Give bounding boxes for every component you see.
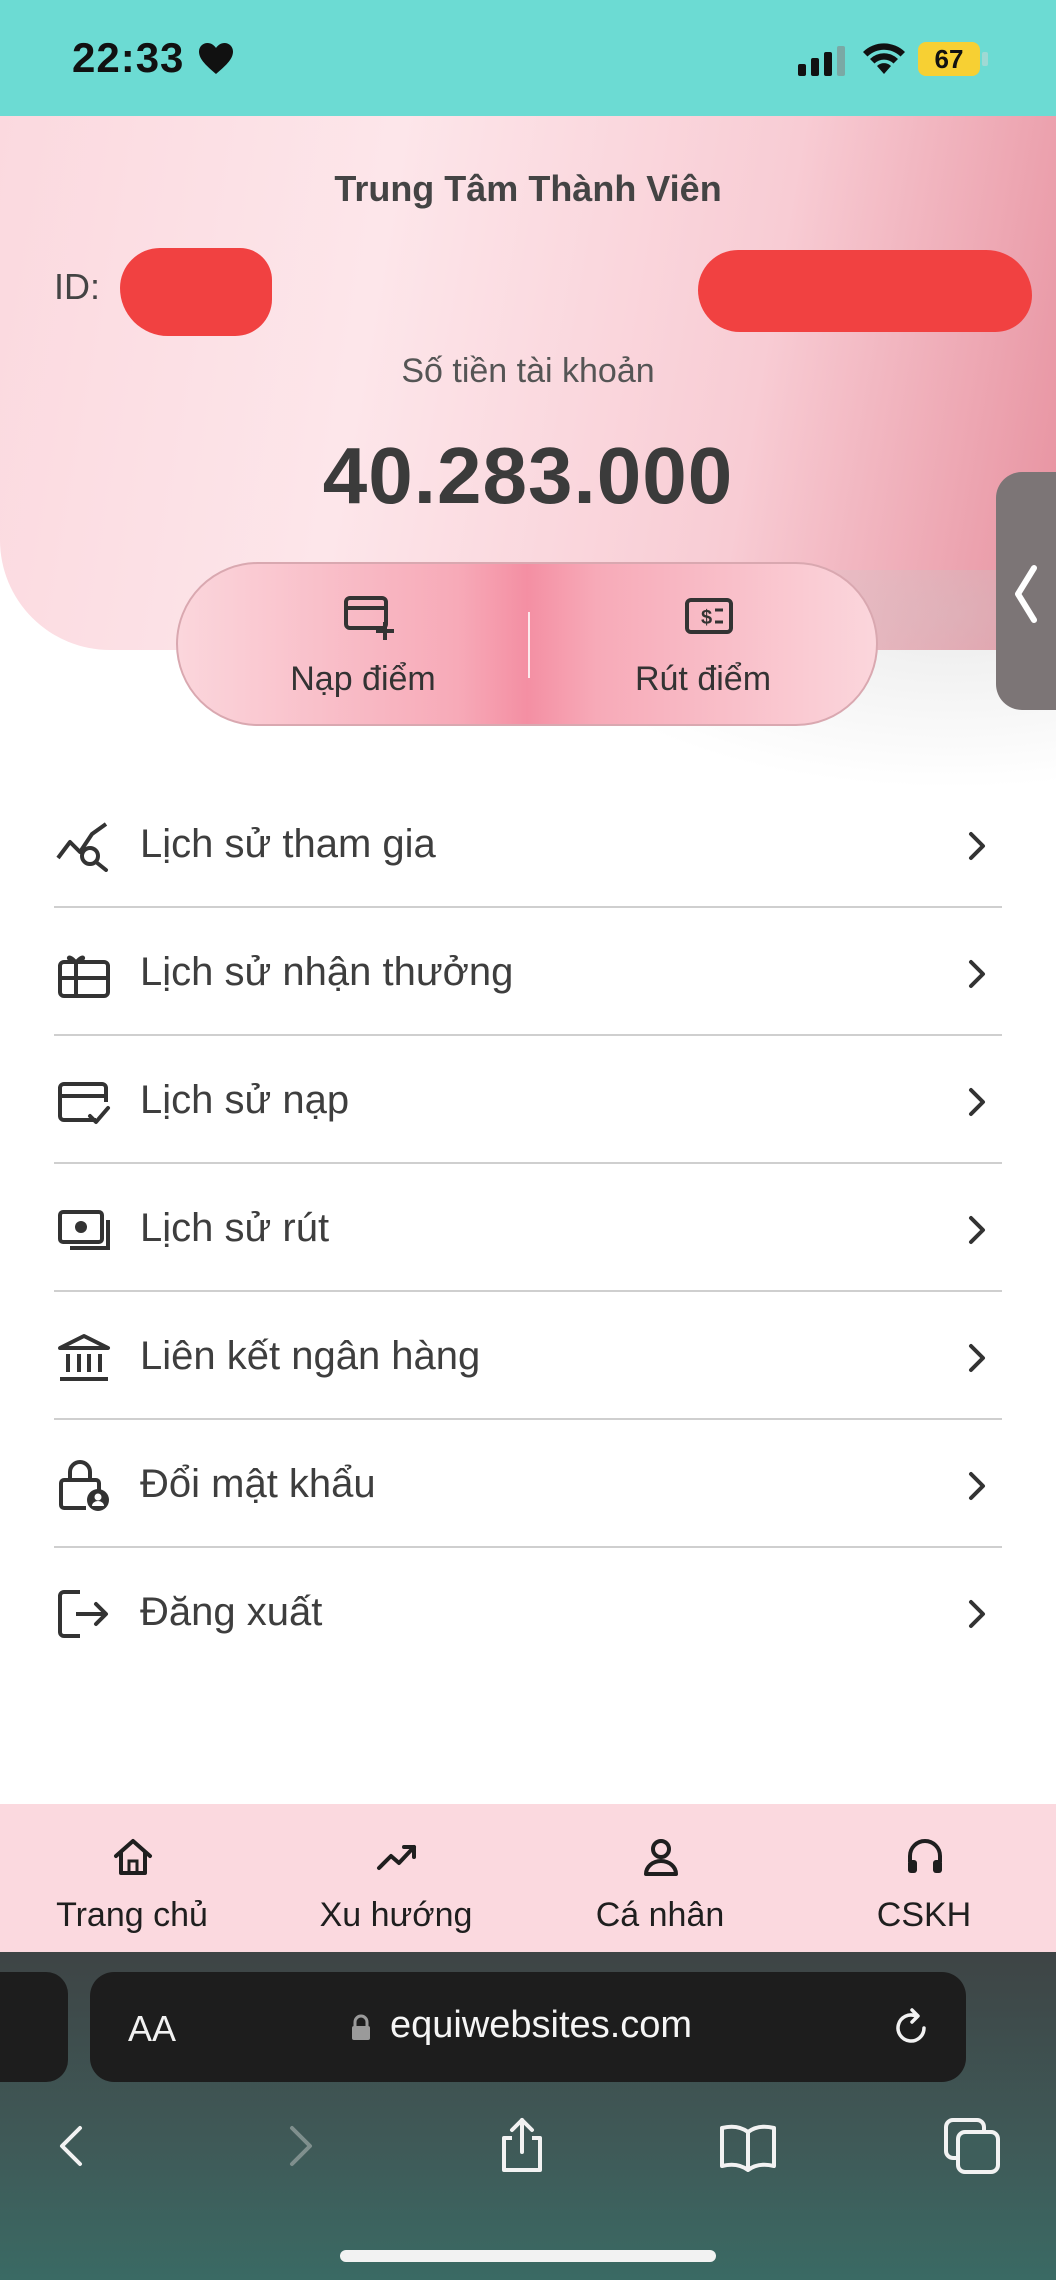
url-text: equiwebsites.com [390,2004,693,2046]
nav-home-label: Trang chủ [56,1896,208,1934]
menu-item-reward-history[interactable]: Lịch sử nhận thưởng [54,908,1002,1036]
lock-user-icon [59,1460,109,1511]
account-menu: Lịch sử tham gia Lịch sử nhận thưởng Lịc… [54,780,1002,1676]
nav-home[interactable]: Trang chủ [0,1804,264,1952]
bottom-navigation: Trang chủ Xu hướng Cá nhân CSKH [0,1804,1056,1952]
deposit-label: Nạp điểm [290,660,436,698]
browser-chrome: AA equiwebsites.com [0,1952,1056,2280]
menu-item-label: Lịch sử nạp [140,1078,350,1122]
nav-profile-label: Cá nhân [595,1896,725,1934]
withdraw-button[interactable]: $ Rút điểm [538,564,868,728]
menu-item-deposit-history[interactable]: Lịch sử nạp [54,1036,1002,1164]
money-bill-icon: $ [685,598,733,634]
share-icon[interactable] [490,2114,554,2178]
redacted-username [698,250,1032,332]
page-title: Trung Tâm Thành Viên [334,168,722,209]
headset-icon [908,1839,942,1873]
user-icon [644,1839,678,1876]
battery-level: 67 [934,44,964,74]
chevron-right-icon [969,832,985,860]
chevron-left-icon [1015,565,1037,623]
nav-trends-label: Xu hướng [319,1896,473,1934]
reload-icon[interactable] [890,2006,932,2048]
svg-text:$: $ [701,607,712,629]
withdraw-label: Rút điểm [634,660,772,698]
gift-card-icon [58,955,110,998]
nav-support-label: CSKH [876,1896,972,1934]
chevron-right-icon [969,1344,985,1372]
chart-search-icon [56,822,108,872]
tabs-icon[interactable] [940,2114,1004,2178]
menu-item-label: Liên kết ngân hàng [140,1334,481,1378]
menu-item-label: Lịch sử nhận thưởng [140,950,514,994]
bookmarks-icon[interactable] [716,2114,780,2178]
cellular-signal-icon [798,46,845,76]
side-drawer-tab[interactable] [996,472,1056,710]
balance-value: 40.283.000 [322,431,734,520]
home-indicator[interactable] [340,2250,716,2262]
chevron-right-icon [969,960,985,988]
menu-item-label: Đổi mật khẩu [140,1462,376,1506]
menu-item-participation-history[interactable]: Lịch sử tham gia [54,780,1002,908]
lock-icon [352,2014,370,2040]
chevron-right-icon [969,1472,985,1500]
back-icon[interactable] [40,2114,104,2178]
menu-item-label: Lịch sử rút [140,1206,330,1250]
chevron-right-icon [969,1216,985,1244]
previous-tab[interactable] [0,1972,68,2082]
cash-icon [58,1210,110,1250]
home-icon [114,1839,152,1875]
redacted-user-id [120,248,272,336]
address-bar[interactable]: AA equiwebsites.com [90,1972,966,2082]
menu-item-logout[interactable]: Đăng xuất [54,1548,1002,1676]
logout-icon [58,1590,108,1638]
divider [528,612,530,678]
nav-support[interactable]: CSKH [792,1804,1056,1952]
menu-item-withdraw-history[interactable]: Lịch sử rút [54,1164,1002,1292]
heart-icon [199,43,233,74]
chevron-right-icon [969,1600,985,1628]
card-check-icon [58,1082,110,1124]
bank-icon [58,1334,110,1381]
reader-settings-button[interactable]: AA [128,2008,176,2050]
menu-item-change-password[interactable]: Đổi mật khẩu [54,1420,1002,1548]
wifi-icon [863,43,905,74]
trending-up-icon [377,1845,416,1870]
menu-item-label: Lịch sử tham gia [140,822,436,866]
balance-label: Số tiền tài khoản [401,352,655,390]
deposit-button[interactable]: Nạp điểm [198,564,528,728]
menu-item-label: Đăng xuất [140,1590,323,1634]
deposit-withdraw-bar: Nạp điểm $ Rút điểm [176,562,878,726]
chevron-right-icon [969,1088,985,1116]
forward-icon[interactable] [268,2114,332,2178]
battery-indicator: 67 [918,42,990,76]
menu-item-bank-link[interactable]: Liên kết ngân hàng [54,1292,1002,1420]
nav-profile[interactable]: Cá nhân [528,1804,792,1952]
user-id-label: ID: [54,266,101,307]
status-time: 22:33 [72,34,185,81]
nav-trends[interactable]: Xu hướng [264,1804,528,1952]
card-plus-icon [344,596,394,640]
status-bar: 22:33 67 [0,0,1056,116]
